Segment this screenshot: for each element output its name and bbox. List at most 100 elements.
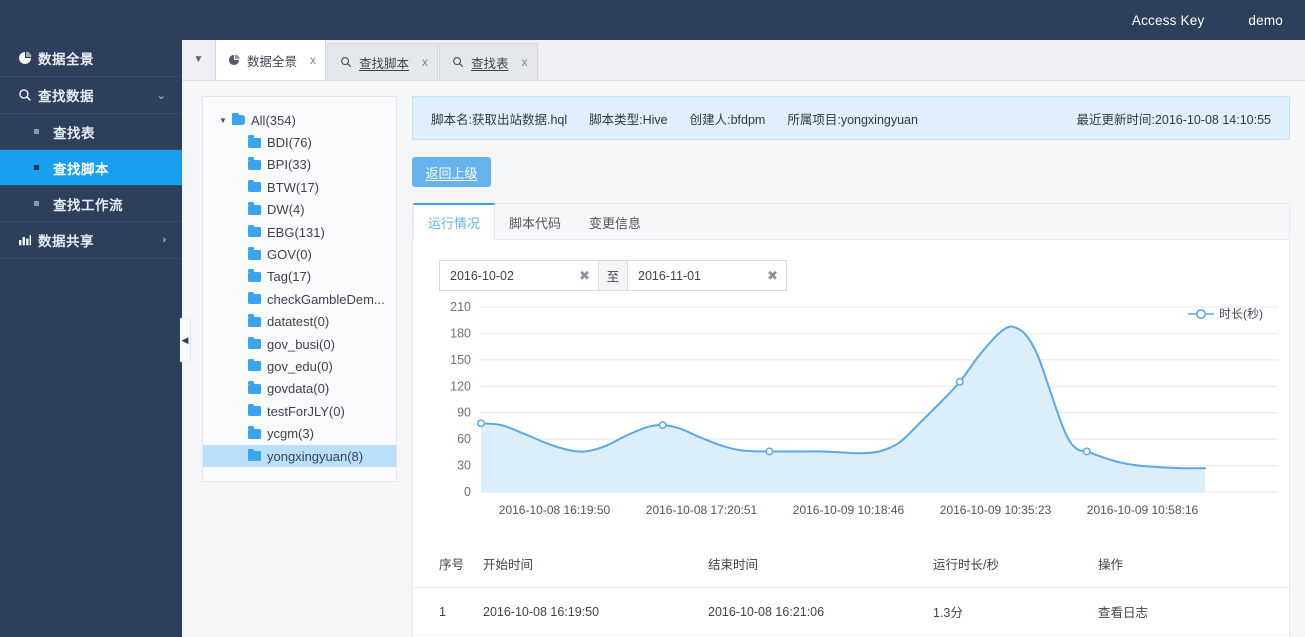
chevron-right-icon[interactable]: › (162, 234, 166, 246)
tree-node-label: gov_edu(0) (267, 358, 333, 374)
access-key-link[interactable]: Access Key (1132, 13, 1205, 28)
chart-data-point[interactable] (658, 421, 667, 430)
tab-find-table[interactable]: 查找表 x (439, 43, 538, 80)
y-axis-tick: 60 (457, 432, 471, 446)
view-log-link[interactable]: 查看日志 (1098, 587, 1289, 636)
tree-node-item[interactable]: BTW(17) (203, 176, 396, 198)
tree-node-item[interactable]: Tag(17) (203, 266, 396, 288)
tree-node-item[interactable]: testForJLY(0) (203, 400, 396, 422)
tree-node-item[interactable]: BPI(33) (203, 154, 396, 176)
sidebar-collapse-handle[interactable]: ◀ (180, 318, 191, 362)
sidebar-item-find-script[interactable]: 查找脚本 (0, 150, 182, 186)
tab-list-dropdown-icon[interactable]: ▼ (182, 39, 215, 80)
sidebar-item-find-workflow[interactable]: 查找工作流 (0, 186, 182, 222)
table-row: 1 2016-10-08 16:19:50 2016-10-08 16:21:06 1… (413, 587, 1289, 636)
tree-node-item[interactable]: BDI(76) (203, 131, 396, 153)
x-axis-tick: 2016-10-08 17:20:51 (646, 503, 758, 517)
folder-icon (248, 403, 261, 417)
date-range-separator: 至 (599, 260, 627, 291)
tree-node-item[interactable]: checkGambleDem... (203, 288, 396, 310)
tree-label-all: All(354) (251, 112, 296, 128)
y-axis-tick: 180 (450, 326, 471, 340)
card-tabs: 运行情况 脚本代码 变更信息 (413, 203, 1289, 240)
clear-icon[interactable]: ✖ (579, 268, 590, 284)
folder-icon (248, 358, 261, 372)
tree-node-item[interactable]: gov_edu(0) (203, 355, 396, 377)
pie-chart-icon (228, 54, 240, 66)
folder-icon (248, 157, 261, 170)
sidebar-item-data-share[interactable]: 数据共享 › (0, 222, 182, 259)
table-header-row: 序号 开始时间 结束时间 运行时长/秒 操作 (413, 540, 1289, 588)
legend-marker-icon (1188, 308, 1214, 320)
table-head: 序号 开始时间 结束时间 运行时长/秒 操作 (413, 540, 1289, 588)
user-menu-demo[interactable]: demo (1248, 13, 1283, 28)
end-date-input[interactable]: 2016-11-01 ✖ (627, 260, 787, 291)
col-start-time: 开始时间 (483, 540, 708, 588)
sidebar-item-find-data[interactable]: 查找数据 ⌄ (0, 77, 182, 114)
tree-node-item[interactable]: ycgm(3) (203, 422, 396, 444)
duration-chart: 时长(秒) 0 30 60 90 120 150 180 210 2016-10-08 16:1… (413, 297, 1289, 532)
project-tree-panel: ▼ All(354) BDI(76) BPI(33) BTW(17) DW(4) EBG… (202, 96, 397, 482)
tree-node-label: EBG(131) (267, 224, 325, 240)
left-sidebar: 数据全景 查找数据 ⌄ 查找表 查找脚本 查找工作流 数据共享 › (0, 40, 182, 637)
table-body: 1 2016-10-08 16:19:50 2016-10-08 16:21:06 1… (413, 587, 1289, 636)
sidebar-item-data-overview[interactable]: 数据全景 (0, 40, 182, 77)
chevron-down-icon[interactable]: ▼ (219, 116, 232, 125)
tree-node-item[interactable]: govdata(0) (203, 378, 396, 400)
tab-script-code[interactable]: 脚本代码 (495, 204, 575, 239)
sidebar-item-find-table[interactable]: 查找表 (0, 114, 182, 150)
pie-chart-icon (18, 51, 38, 65)
folder-icon (248, 135, 261, 148)
tree-node-label: BTW(17) (267, 179, 319, 195)
y-axis-tick: 30 (457, 459, 471, 473)
search-icon (340, 56, 352, 68)
tree-node-item[interactable]: yongxingyuan(8) (203, 444, 396, 468)
folder-icon (248, 179, 261, 193)
close-icon[interactable]: x (422, 55, 428, 69)
browser-tab-strip: ▼ 数据全景 x 查找脚本 x 查找表 x (182, 39, 1305, 81)
folder-open-icon (232, 112, 245, 126)
tree-node-label: testForJLY(0) (267, 403, 345, 419)
tab-find-script[interactable]: 查找脚本 x (327, 43, 439, 80)
folder-icon (248, 426, 261, 439)
tab-data-overview[interactable]: 数据全景 x (215, 39, 327, 80)
folder-icon (248, 202, 261, 215)
tree-node-item[interactable]: GOV(0) (203, 243, 396, 265)
tab-change-info[interactable]: 变更信息 (575, 204, 655, 239)
tree-node-label: Tag(17) (267, 269, 312, 285)
close-icon[interactable]: x (310, 53, 316, 67)
chevron-down-icon[interactable]: ⌄ (157, 89, 166, 102)
cell-start-time: 2016-10-08 16:19:50 (483, 587, 708, 636)
tree-node-label: yongxingyuan(8) (267, 448, 364, 464)
tab-run-status[interactable]: 运行情况 (413, 203, 496, 240)
date-range-filter: 2016-10-02 ✖ 至 2016-11-01 ✖ (439, 260, 1289, 291)
search-icon (18, 88, 38, 102)
cell-duration: 1.3分 (933, 587, 1098, 636)
tree-node-all[interactable]: ▼ All(354) (203, 109, 396, 131)
tree-node-item[interactable]: gov_busi(0) (203, 333, 396, 355)
tree-node-item[interactable]: DW(4) (203, 199, 396, 221)
end-date-value: 2016-11-01 (638, 268, 702, 283)
close-icon[interactable]: x (522, 55, 528, 69)
x-axis-tick: 2016-10-09 10:35:23 (940, 503, 1052, 517)
chart-legend[interactable]: 时长(秒) (1188, 305, 1263, 322)
chart-data-point[interactable] (1082, 447, 1091, 456)
tree-node-item[interactable]: datatest(0) (203, 311, 396, 333)
x-axis-tick: 2016-10-09 10:58:16 (1087, 503, 1199, 517)
folder-icon (248, 269, 261, 282)
start-date-input[interactable]: 2016-10-02 ✖ (439, 260, 599, 291)
tree-node-label: checkGambleDem... (267, 291, 385, 307)
chart-data-point[interactable] (765, 447, 774, 456)
tree-node-item[interactable]: EBG(131) (203, 221, 396, 243)
y-axis-tick: 210 (450, 300, 471, 314)
folder-icon (248, 336, 261, 350)
script-type-text: 脚本类型:Hive (589, 112, 668, 127)
script-project-text: 所属项目:yongxingyuan (787, 112, 918, 127)
tree-node-label: BDI(76) (267, 135, 312, 151)
back-to-parent-button[interactable]: 返回上级 (412, 157, 491, 187)
chart-data-point[interactable] (955, 377, 964, 386)
script-info-bar: 脚本名:获取出站数据.hql 脚本类型:Hive 创建人:bfdpm 所属项目:… (412, 96, 1290, 140)
legend-label-duration: 时长(秒) (1219, 307, 1263, 321)
chart-data-point[interactable] (477, 419, 485, 428)
clear-icon[interactable]: ✖ (767, 268, 778, 284)
